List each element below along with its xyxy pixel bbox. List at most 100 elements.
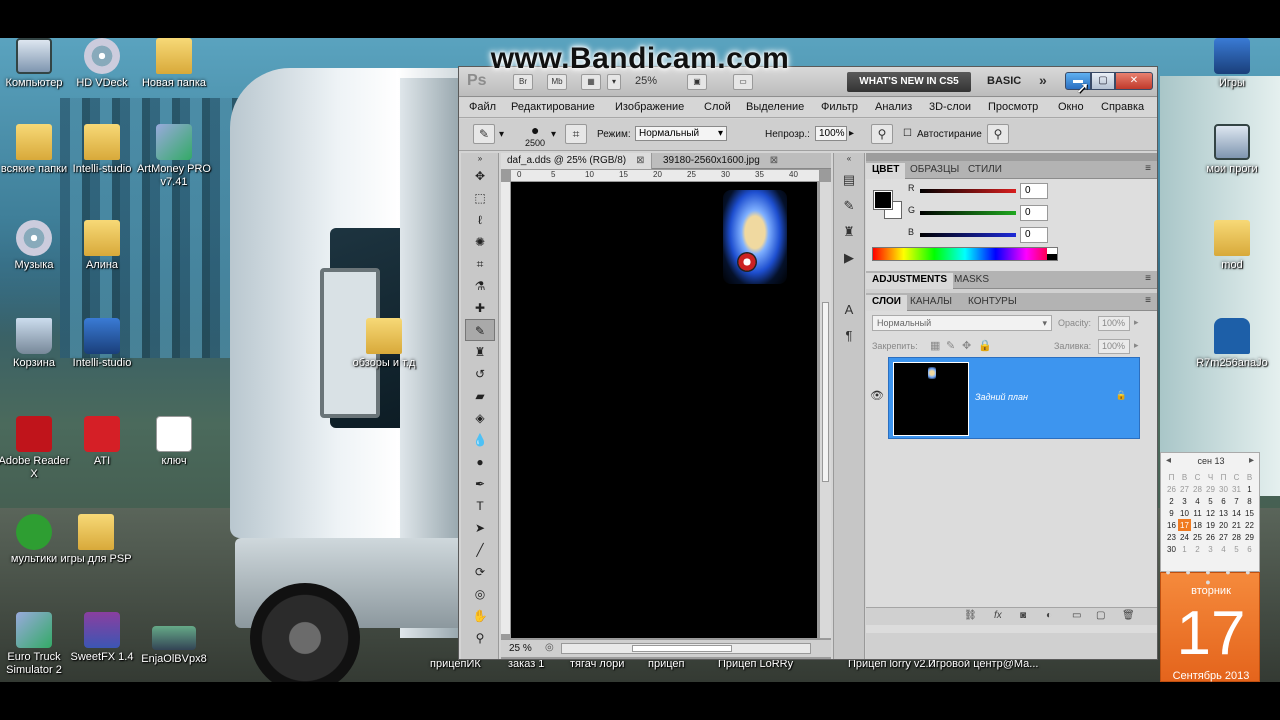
calendar-day[interactable]: 14	[1230, 507, 1243, 519]
tab-styles[interactable]: СТИЛИ	[962, 163, 1008, 179]
new-layer-icon[interactable]: ▢	[1096, 610, 1105, 621]
screen-mode-button[interactable]: ▭	[733, 74, 753, 90]
brush-panel-toggle-icon[interactable]: ⌗	[565, 124, 587, 144]
document-canvas[interactable]	[511, 182, 817, 638]
channel-b-slider[interactable]	[920, 233, 1016, 237]
calendar-day[interactable]: 3	[1204, 543, 1217, 555]
calendar-day[interactable]: 29	[1243, 531, 1256, 543]
calendar-day[interactable]: 3	[1178, 495, 1191, 507]
calendar-next-icon[interactable]: ▸	[1249, 455, 1254, 466]
calendar-day[interactable]: 15	[1243, 507, 1256, 519]
desktop-icon-r7m256[interactable]: R7m256anaJo	[1192, 318, 1272, 370]
hand-tool-icon[interactable]: ✋	[465, 605, 495, 627]
desktop-icon-psp-games[interactable]: игры для PSP	[56, 514, 136, 566]
calendar-day[interactable]: 30	[1217, 483, 1230, 495]
delete-layer-icon[interactable]: 🗑	[1122, 610, 1135, 621]
type-tool-icon[interactable]: T	[465, 495, 495, 517]
view-extras-dropdown-icon[interactable]: ▾	[607, 74, 621, 90]
tablet-pressure-icon[interactable]: ⚲	[987, 124, 1009, 144]
layer-style-icon[interactable]: fx	[994, 610, 1002, 621]
desktop-icon-enja-image[interactable]: EnjaOlBVpx8	[134, 626, 214, 666]
calendar-day[interactable]: 29	[1204, 483, 1217, 495]
layer-opacity-input[interactable]: 100%	[1098, 316, 1130, 331]
menu-select[interactable]: Выделение	[746, 101, 804, 113]
tab-paths[interactable]: КОНТУРЫ	[962, 295, 1023, 311]
status-zoom[interactable]: 25 %	[509, 643, 532, 654]
brush-presets-panel-icon[interactable]: ✎	[837, 195, 861, 217]
menu-help[interactable]: Справка	[1101, 101, 1144, 113]
zoom-tool-icon[interactable]: ⚲	[465, 627, 495, 649]
desktop-icon-intelli-studio-folder[interactable]: Intelli-studio	[62, 124, 142, 176]
marquee-tool-icon[interactable]: ⬚	[465, 187, 495, 209]
panel-menu-icon[interactable]: ≡	[1145, 163, 1151, 174]
menu-image[interactable]: Изображение	[615, 101, 684, 113]
clone-source-panel-icon[interactable]: ♜	[837, 221, 861, 243]
calendar-day[interactable]: 31	[1230, 483, 1243, 495]
foreground-color-swatch[interactable]	[873, 190, 893, 210]
panel-menu-icon[interactable]: ≡	[1145, 295, 1151, 306]
menu-3d[interactable]: 3D-слои	[929, 101, 971, 113]
workspace-basic[interactable]: BASIC	[987, 75, 1021, 87]
panel-menu-icon[interactable]: ≡	[1145, 273, 1151, 284]
layer-visibility-eye-icon[interactable]: 👁	[870, 389, 884, 402]
character-panel-icon[interactable]: A	[837, 299, 861, 321]
menu-layer[interactable]: Слой	[704, 101, 731, 113]
healing-brush-tool-icon[interactable]: ✚	[465, 297, 495, 319]
calendar-day[interactable]: 2	[1191, 543, 1204, 555]
calendar-day[interactable]: 26	[1165, 483, 1178, 495]
lock-pixels-icon[interactable]: ✎	[946, 339, 955, 352]
pencil-tool-icon[interactable]: ✎	[465, 319, 495, 341]
calendar-day[interactable]: 30	[1165, 543, 1178, 555]
lock-position-icon[interactable]: ✥	[962, 339, 971, 352]
opacity-slider-icon[interactable]: ▸	[849, 128, 854, 139]
eyedropper-tool-icon[interactable]: ⚗	[465, 275, 495, 297]
calendar-day[interactable]: 28	[1230, 531, 1243, 543]
arrange-documents-button[interactable]: ▣	[687, 74, 707, 90]
tab-adjustments[interactable]: ADJUSTMENTS	[866, 273, 954, 289]
desktop-icon-alina[interactable]: Алина	[62, 220, 142, 272]
calendar-day[interactable]: 27	[1217, 531, 1230, 543]
menu-file[interactable]: Файл	[469, 101, 496, 113]
lasso-tool-icon[interactable]: ℓ	[465, 209, 495, 231]
tab-channels[interactable]: КАНАЛЫ	[904, 295, 958, 311]
close-tab-icon[interactable]: ⊠	[770, 155, 778, 166]
move-tool-icon[interactable]: ✥	[465, 165, 495, 187]
calendar-day[interactable]: 2	[1165, 495, 1178, 507]
channel-g-slider[interactable]	[920, 211, 1016, 215]
paragraph-panel-icon[interactable]: ¶	[837, 325, 861, 347]
calendar-day[interactable]: 8	[1243, 495, 1256, 507]
calendar-day[interactable]: 25	[1191, 531, 1204, 543]
calendar-day[interactable]: 9	[1165, 507, 1178, 519]
paint-bucket-tool-icon[interactable]: ◈	[465, 407, 495, 429]
horizontal-scrollbar[interactable]	[561, 643, 811, 654]
link-layers-icon[interactable]: ⛓	[964, 610, 977, 621]
dock-collapse-icon[interactable]: «	[837, 153, 861, 165]
menu-edit[interactable]: Редактирование	[511, 101, 595, 113]
pen-tool-icon[interactable]: ✒	[465, 473, 495, 495]
calendar-day[interactable]: 13	[1217, 507, 1230, 519]
calendar-day[interactable]: 1	[1178, 543, 1191, 555]
channel-g-input[interactable]: 0	[1020, 205, 1048, 221]
blend-mode-select[interactable]: Нормальный ▾	[872, 315, 1052, 331]
desktop-icon-my-programs[interactable]: мои проги	[1192, 124, 1272, 176]
calendar-day[interactable]: 16	[1165, 519, 1178, 531]
calendar-day[interactable]: 20	[1217, 519, 1230, 531]
calendar-day[interactable]: 5	[1204, 495, 1217, 507]
calendar-day[interactable]: 11	[1191, 507, 1204, 519]
3d-rotate-tool-icon[interactable]: ⟳	[465, 561, 495, 583]
brush-tip-icon[interactable]: ●	[531, 122, 539, 138]
calendar-day[interactable]: 18	[1191, 519, 1204, 531]
black-white-swatch[interactable]	[1047, 248, 1057, 260]
calendar-day[interactable]: 6	[1217, 495, 1230, 507]
calendar-day[interactable]: 6	[1243, 543, 1256, 555]
panels-top-grip[interactable]	[866, 153, 1157, 161]
scrollbar-thumb[interactable]	[822, 302, 829, 482]
channel-b-input[interactable]: 0	[1020, 227, 1048, 243]
airbrush-icon[interactable]: ⚲	[871, 124, 893, 144]
calendar-day[interactable]: 22	[1243, 519, 1256, 531]
new-group-icon[interactable]: ▭	[1072, 610, 1081, 621]
actions-panel-icon[interactable]: ▶	[837, 247, 861, 269]
calendar-day[interactable]: 1	[1243, 483, 1256, 495]
bridge-button[interactable]: Br	[513, 74, 533, 90]
calendar-day[interactable]: 28	[1191, 483, 1204, 495]
